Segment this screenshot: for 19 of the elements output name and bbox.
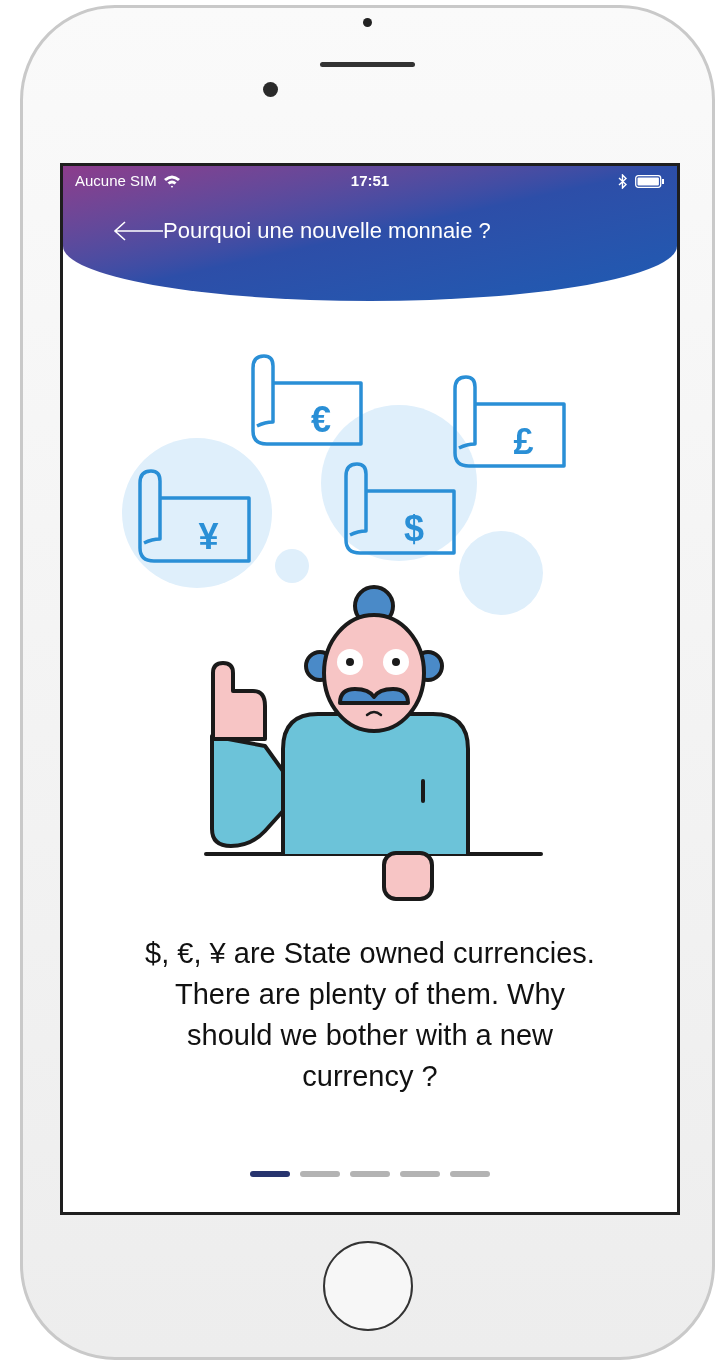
page-indicator[interactable] bbox=[400, 1171, 440, 1177]
clock-label: 17:51 bbox=[350, 170, 390, 191]
banknote: € bbox=[251, 354, 363, 446]
page-indicator[interactable] bbox=[350, 1171, 390, 1177]
wifi-icon bbox=[162, 174, 181, 188]
back-arrow-icon bbox=[113, 220, 163, 241]
page-indicator[interactable] bbox=[250, 1171, 290, 1177]
battery-icon bbox=[635, 174, 665, 188]
bluetooth-icon bbox=[618, 173, 627, 189]
banknote: £ bbox=[453, 375, 566, 468]
banknote: $ bbox=[344, 462, 456, 555]
description-text: $, €, ¥ are State owned currencies. There are plenty of them. Why should we bother with a new currency ? bbox=[144, 936, 596, 1094]
front-camera bbox=[262, 82, 278, 97]
carrier-label: Aucune SIM bbox=[75, 170, 157, 191]
page-title: Pourquoi une nouvelle monnaie ? bbox=[163, 217, 491, 245]
thought-bubble bbox=[275, 549, 309, 583]
page-indicator[interactable] bbox=[450, 1171, 490, 1177]
page-indicator[interactable] bbox=[300, 1171, 340, 1177]
banknote: ¥ bbox=[138, 469, 251, 563]
